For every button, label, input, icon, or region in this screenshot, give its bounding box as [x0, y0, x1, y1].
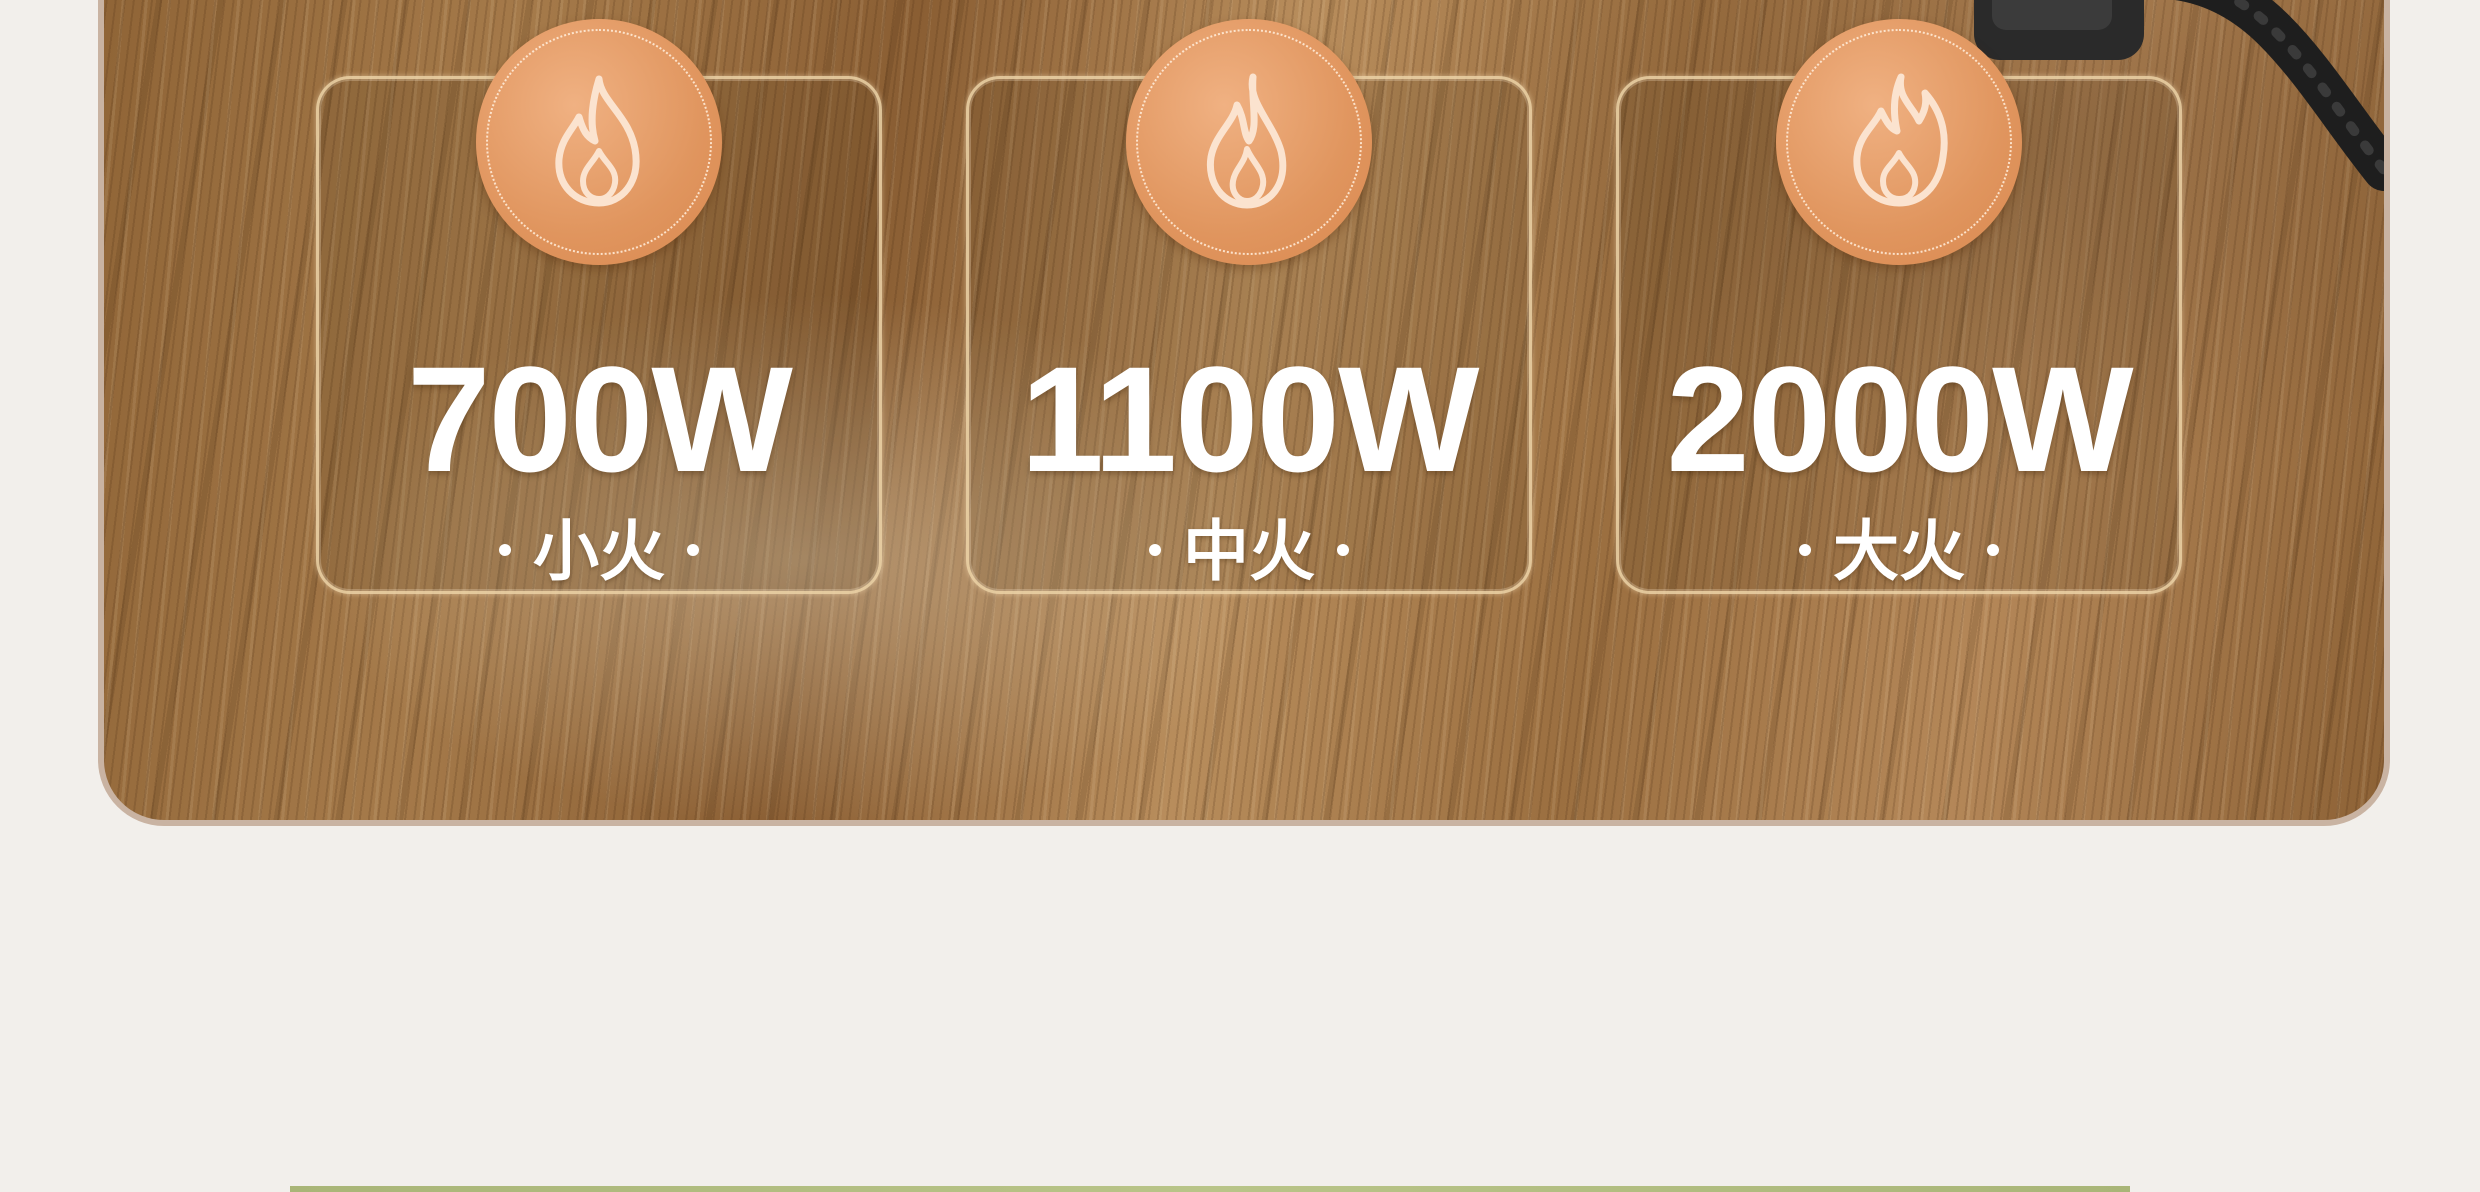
- dot-left: [1799, 543, 1811, 556]
- flame-badge: [476, 19, 722, 265]
- flame-badge: [1776, 19, 2022, 265]
- flame-badge: [1126, 19, 1372, 265]
- next-section-edge: [290, 1186, 2130, 1192]
- flame-icon: [555, 75, 640, 207]
- heat-level-label: 大火: [1619, 519, 2179, 585]
- dot-right: [1337, 543, 1349, 556]
- power-card-high: 2000W 大火: [1616, 19, 2182, 594]
- heat-level-label: 中火: [969, 519, 1529, 585]
- page: 700W 小火 1100W 中火 2000W 大火: [0, 0, 2480, 1192]
- power-value: 700W: [407, 335, 793, 503]
- dot-right: [1987, 543, 1999, 556]
- heat-level-text: 小火: [533, 513, 665, 590]
- wood-background-panel: 700W 小火 1100W 中火 2000W 大火: [98, 0, 2390, 826]
- heat-level-label: 小火: [319, 519, 879, 585]
- flame-icon: [1206, 73, 1287, 209]
- heat-level-text: 中火: [1183, 513, 1315, 590]
- dot-left: [499, 543, 511, 556]
- power-value: 2000W: [1666, 335, 2133, 503]
- dot-left: [1149, 543, 1161, 556]
- flame-icon: [1853, 73, 1948, 207]
- heat-level-text: 大火: [1833, 513, 1965, 590]
- power-value: 1100W: [1020, 335, 1480, 503]
- power-card-medium: 1100W 中火: [966, 19, 1532, 594]
- dot-right: [687, 543, 699, 556]
- power-card-low: 700W 小火: [316, 19, 882, 594]
